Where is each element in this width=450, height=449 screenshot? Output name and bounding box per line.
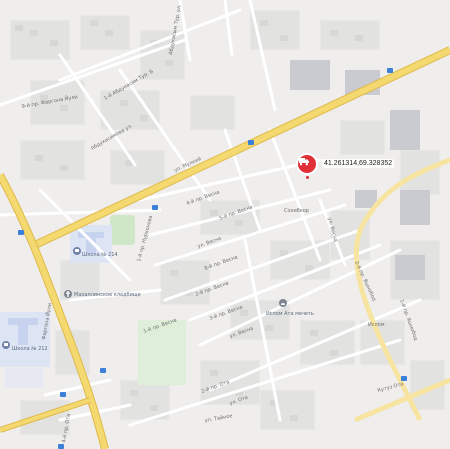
location-pin-icon[interactable] (298, 155, 316, 173)
truck-icon (299, 158, 309, 166)
poi-label-school-2: Школа № 212 (12, 346, 48, 352)
transit-stop-icon (387, 68, 393, 73)
street-label: Сохибкор (284, 208, 309, 214)
poi-label-cemetery: Махаллинское кладбище (74, 292, 141, 298)
pin-point (306, 176, 309, 179)
school-icon[interactable] (2, 341, 10, 349)
transit-stop-icon (58, 444, 64, 449)
street-label: Ислом (368, 322, 385, 328)
transit-stop-icon (248, 140, 254, 145)
poi-label-school-1: Школа № 214 (82, 252, 118, 258)
map-view[interactable]: 9-й пр. Фаргона Йули 1-й Абдукасим Тур. … (0, 0, 450, 449)
transit-stop-icon (401, 376, 407, 381)
poi-label-mosque: Ислом Ата мечеть (266, 311, 314, 317)
transit-stop-icon (152, 205, 158, 210)
cemetery-icon[interactable] (64, 290, 72, 298)
mosque-icon[interactable] (279, 299, 287, 307)
school-icon[interactable] (73, 247, 81, 255)
transit-stop-icon (18, 230, 24, 235)
transit-stop-icon (60, 392, 66, 397)
sports-field (110, 215, 135, 245)
pin-coordinates-label: 41.261314,69.328352 (322, 159, 395, 168)
transit-stop-icon (100, 368, 106, 373)
map-canvas[interactable]: 9-й пр. Фаргона Йули 1-й Абдукасим Тур. … (0, 0, 450, 449)
